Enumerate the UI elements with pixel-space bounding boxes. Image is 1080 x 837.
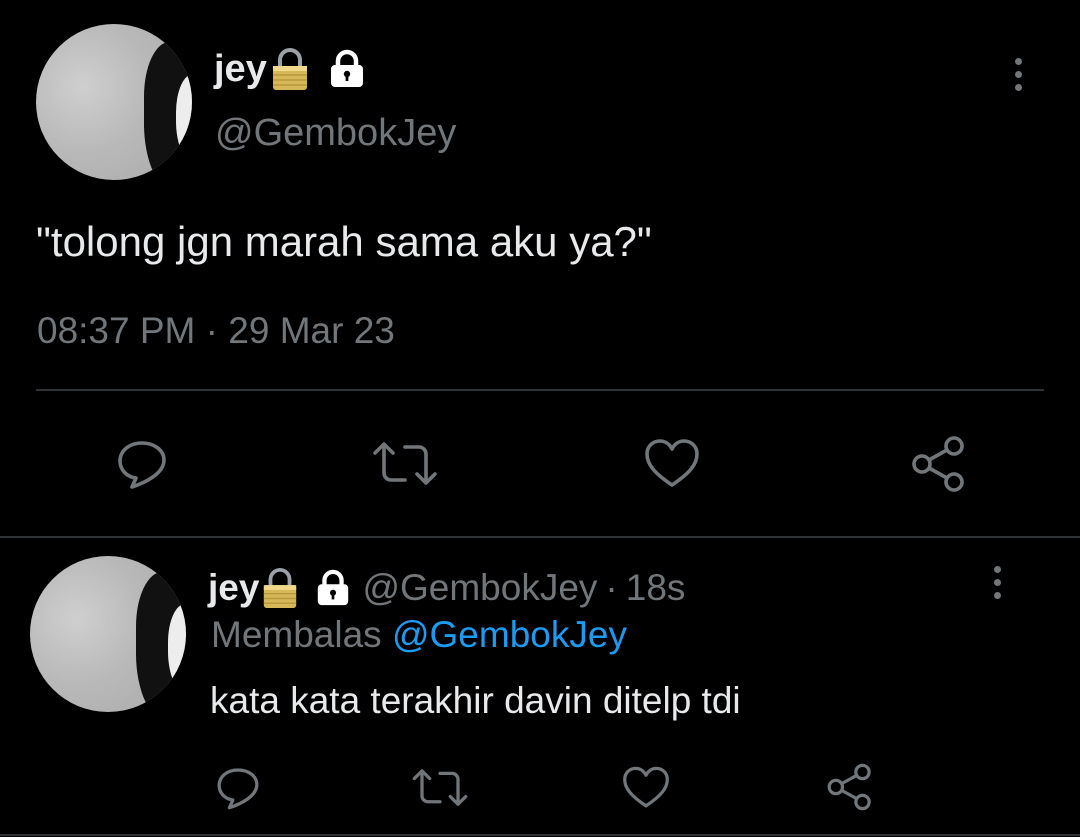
gold-padlock-icon [260,567,300,609]
like-icon[interactable] [642,437,702,491]
reply-text: kata kata terakhir davin ditelp tdi [210,680,741,721]
replying-label: Membalas [211,614,382,655]
divider [36,389,1044,391]
reply-age[interactable]: 18s [626,567,686,609]
reply-author-row: jey @GembokJey · 18s [208,566,685,610]
lock-icon [314,569,352,607]
separator: · [605,567,618,608]
like-icon[interactable] [620,765,672,811]
author-row: jey [214,46,367,92]
share-icon[interactable] [824,762,876,812]
retweet-icon[interactable] [410,764,470,812]
divider [0,536,1080,538]
replying-to-row: Membalas @GembokJey [211,614,627,656]
replying-to-link[interactable]: @GembokJey [392,614,627,655]
share-icon[interactable] [908,434,970,494]
display-name[interactable]: jey [214,48,267,91]
divider [0,834,1080,836]
more-icon[interactable] [987,566,1007,599]
tweet-time[interactable]: 08:37 PM [37,310,195,351]
reply-display-name[interactable]: jey [208,567,259,609]
timestamp-row: 08:37 PM · 29 Mar 23 [37,310,395,352]
handle[interactable]: @GembokJey [215,112,456,155]
lock-icon [327,49,367,89]
tweet-text: "tolong jgn marah sama aku ya?" [36,218,652,265]
reply-icon[interactable] [114,436,170,492]
more-icon[interactable] [1008,58,1028,91]
retweet-icon[interactable] [370,436,440,492]
reply-avatar[interactable] [30,556,186,712]
avatar[interactable] [36,24,192,180]
reply-icon[interactable] [214,764,262,812]
tweet-date[interactable]: 29 Mar 23 [228,310,395,351]
gold-padlock-icon [269,47,311,91]
separator: · [205,310,218,351]
reply-handle[interactable]: @GembokJey [362,567,597,609]
